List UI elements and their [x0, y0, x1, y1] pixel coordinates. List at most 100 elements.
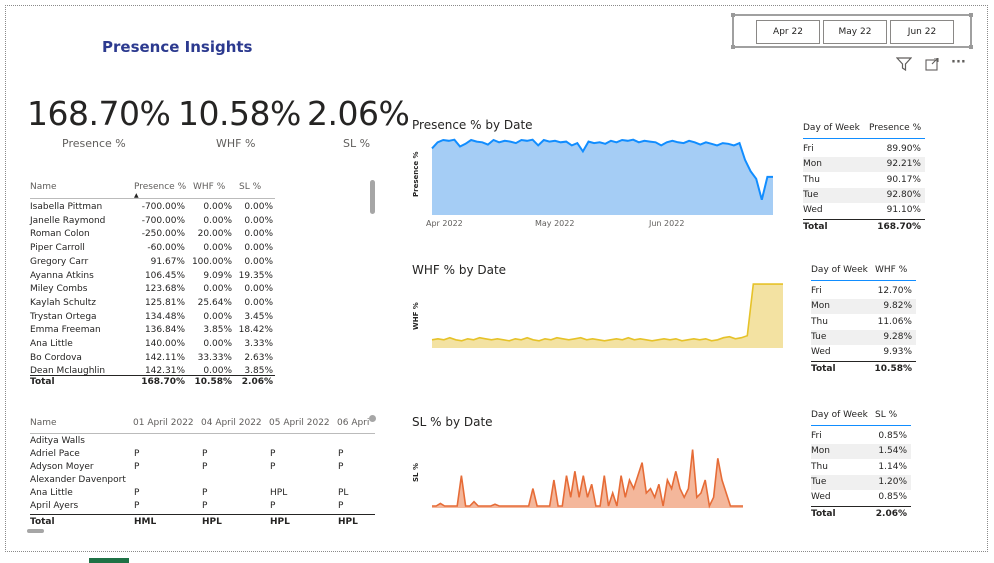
matrix-header-date-1[interactable]: 01 April 2022 — [133, 417, 194, 430]
dow-value: 92.21% — [886, 159, 921, 170]
matrix-row-name[interactable]: Aditya Walls — [30, 435, 85, 448]
cell-whf: 3.85% — [203, 325, 232, 336]
page-tab-indicator[interactable] — [89, 558, 129, 563]
dow-header-day[interactable]: Day of Week — [811, 263, 868, 278]
dow-value: 9.82% — [883, 301, 912, 312]
dow-day[interactable]: Wed — [811, 345, 831, 360]
dow-total-value: 10.58% — [874, 363, 913, 374]
name-table-scrollbar[interactable] — [370, 180, 375, 214]
dow-header-value[interactable]: Presence % — [869, 121, 921, 136]
matrix-row-name[interactable]: Ana Little — [30, 487, 73, 500]
dow-value: 1.54% — [878, 446, 907, 457]
dow-day[interactable]: Tue — [811, 330, 826, 345]
matrix-row-name[interactable]: Adriel Pace — [30, 448, 80, 461]
dow-day[interactable]: Fri — [811, 429, 822, 444]
column-header-sl[interactable]: SL % — [239, 181, 261, 194]
presence-chart-ylabel: Presence % — [412, 151, 420, 197]
kpi-sl-label: SL % — [343, 137, 371, 150]
whf-area-chart[interactable] — [430, 280, 785, 350]
matrix-scroll-thumb[interactable] — [369, 415, 376, 422]
dow-header-divider — [811, 280, 916, 281]
cell-whf: 25.64% — [197, 297, 232, 308]
dow-day[interactable]: Fri — [803, 142, 814, 157]
cell-presence: 142.11% — [144, 352, 185, 363]
dow-value: 0.85% — [878, 431, 907, 441]
matrix-row-name[interactable]: Adyson Moyer — [30, 461, 94, 474]
slicer-resize-handle[interactable] — [969, 13, 973, 17]
more-options-icon[interactable]: ··· — [951, 56, 966, 70]
matrix-cell: P — [134, 462, 140, 472]
dow-presence-table: Day of Week Presence % Fri 89.90% Mon 92.21% T… — [803, 121, 925, 236]
dow-day[interactable]: Thu — [803, 173, 820, 188]
dow-header-value[interactable]: WHF % — [875, 263, 907, 278]
cell-name[interactable]: Piper Carroll — [30, 242, 130, 255]
date-slicer[interactable]: Apr 22 May 22 Jun 22 — [731, 13, 973, 49]
focus-mode-icon[interactable] — [925, 57, 939, 75]
dow-header-day[interactable]: Day of Week — [803, 121, 860, 136]
dow-day[interactable]: Thu — [811, 315, 828, 330]
sl-area-chart[interactable] — [430, 445, 760, 510]
cell-presence: 106.45% — [144, 270, 185, 281]
dow-header-divider — [811, 425, 911, 426]
cell-name[interactable]: Gregory Carr — [30, 256, 130, 269]
cell-whf: 0.00% — [203, 215, 232, 226]
column-header-whf[interactable]: WHF % — [193, 181, 225, 194]
slicer-resize-handle[interactable] — [731, 45, 735, 49]
dow-value: 1.20% — [878, 476, 907, 487]
matrix-cell: P — [134, 449, 140, 459]
dow-value: 11.06% — [877, 316, 912, 327]
dow-day[interactable]: Mon — [811, 299, 830, 314]
cell-name[interactable]: Bo Cordova — [30, 352, 130, 365]
cell-name[interactable]: Emma Freeman — [30, 324, 130, 337]
slicer-resize-handle[interactable] — [731, 13, 735, 17]
matrix-cell: P — [338, 449, 344, 459]
dow-day[interactable]: Mon — [811, 444, 830, 459]
cell-name[interactable]: Miley Combs — [30, 283, 130, 296]
dow-day[interactable]: Thu — [811, 460, 828, 475]
matrix-cell: P — [270, 449, 276, 459]
cell-name[interactable]: Isabella Pittman — [30, 201, 130, 214]
column-header-presence[interactable]: Presence % — [134, 181, 186, 194]
dow-day[interactable]: Wed — [811, 490, 831, 505]
matrix-cell: PL — [338, 488, 349, 498]
matrix-row-name[interactable]: Alexander Davenport — [30, 474, 126, 487]
presence-area-fill — [432, 139, 773, 215]
cell-name[interactable]: Ana Little — [30, 338, 130, 351]
cell-whf: 0.00% — [203, 202, 232, 212]
dow-header-day[interactable]: Day of Week — [811, 408, 868, 423]
cell-name[interactable]: Trystan Ortega — [30, 311, 130, 324]
cell-name[interactable]: Janelle Raymond — [30, 215, 130, 228]
kpi-whf-label: WHF % — [216, 137, 256, 150]
matrix-header-name[interactable]: Name — [30, 417, 57, 430]
presence-area-chart[interactable] — [430, 135, 780, 217]
matrix-cell: P — [134, 488, 140, 498]
slicer-button-may[interactable]: May 22 — [823, 20, 887, 44]
dow-day[interactable]: Wed — [803, 203, 823, 218]
matrix-header-date-3[interactable]: 05 April 2022 — [269, 417, 330, 430]
total-sl: 2.06% — [241, 377, 273, 387]
matrix-header-date-4[interactable]: 06 Apri — [337, 417, 369, 430]
matrix-header-date-2[interactable]: 04 April 2022 — [201, 417, 262, 430]
dow-day[interactable]: Mon — [803, 157, 822, 172]
slicer-button-jun[interactable]: Jun 22 — [890, 20, 954, 44]
cell-sl: 0.00% — [244, 229, 273, 240]
dow-day[interactable]: Tue — [803, 188, 818, 203]
kpi-whf-value: 10.58% — [178, 94, 301, 133]
matrix-row-name[interactable]: April Ayers — [30, 500, 78, 513]
filter-icon[interactable] — [895, 57, 913, 75]
cell-name[interactable]: Ayanna Atkins — [30, 270, 130, 283]
cell-name[interactable]: Kaylah Schultz — [30, 297, 130, 310]
dow-day[interactable]: Tue — [811, 475, 826, 490]
matrix-hscroll-thumb[interactable] — [27, 529, 44, 533]
sl-chart-title: SL % by Date — [412, 415, 493, 429]
cell-name[interactable]: Roman Colon — [30, 228, 130, 241]
dow-header-value[interactable]: SL % — [875, 408, 897, 423]
matrix-header-divider — [30, 433, 375, 434]
dow-day[interactable]: Fri — [811, 284, 822, 299]
slicer-button-apr[interactable]: Apr 22 — [756, 20, 820, 44]
slicer-resize-handle[interactable] — [969, 45, 973, 49]
kpi-presence-value: 168.70% — [27, 94, 171, 133]
cell-presence: -700.00% — [141, 202, 185, 212]
column-header-name[interactable]: Name — [30, 181, 57, 194]
cell-sl: 0.00% — [244, 243, 273, 254]
